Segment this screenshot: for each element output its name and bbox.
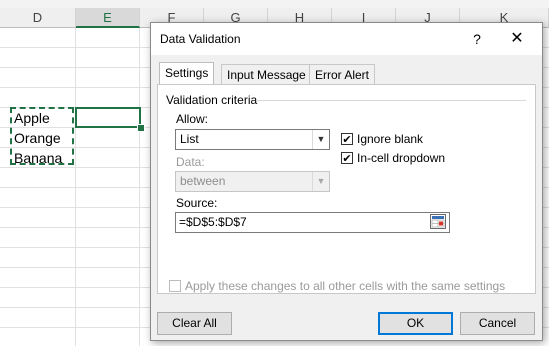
group-divider	[256, 100, 526, 101]
close-icon[interactable]: ✕	[507, 29, 527, 49]
apply-to-all-check-icon	[169, 280, 181, 292]
dialog-title: Data Validation	[160, 32, 241, 46]
chevron-down-icon: ▼	[312, 172, 329, 191]
source-label: Source:	[176, 196, 218, 210]
ignore-blank-checkbox[interactable]: ✔ Ignore blank	[341, 132, 423, 146]
copy-marquee	[10, 107, 74, 165]
data-label: Data:	[176, 155, 205, 169]
apply-to-all-checkbox: Apply these changes to all other cells w…	[169, 279, 505, 293]
source-input[interactable]: =$D$5:$D$7	[175, 212, 450, 233]
chevron-down-icon[interactable]: ▼	[312, 130, 329, 149]
tab-error-alert[interactable]: Error Alert	[309, 64, 376, 85]
column-header-e[interactable]: E	[76, 8, 140, 28]
in-cell-dropdown-label: In-cell dropdown	[357, 151, 446, 165]
allow-dropdown[interactable]: List ▼	[175, 129, 330, 150]
cancel-button[interactable]: Cancel	[460, 312, 535, 335]
settings-panel: Validation criteria Allow: List ▼ ✔ Igno…	[157, 84, 536, 294]
apply-to-all-label: Apply these changes to all other cells w…	[185, 279, 506, 293]
allow-label: Allow:	[176, 112, 209, 126]
data-dropdown: between ▼	[175, 171, 330, 192]
data-value: between	[180, 174, 226, 188]
ignore-blank-label: Ignore blank	[357, 132, 424, 146]
selected-cell-e5[interactable]	[75, 107, 141, 128]
tab-input-message[interactable]: Input Message	[221, 64, 312, 85]
collapse-range-icon[interactable]	[430, 214, 446, 229]
clear-all-button[interactable]: Clear All	[157, 312, 232, 335]
ribbon-edge	[0, 0, 549, 8]
in-cell-dropdown-checkbox[interactable]: ✔ In-cell dropdown	[341, 151, 445, 165]
ok-button[interactable]: OK	[378, 312, 453, 335]
source-value: =$D$5:$D$7	[179, 215, 247, 229]
allow-value: List	[180, 132, 199, 146]
help-button[interactable]: ?	[467, 29, 487, 49]
fill-handle[interactable]	[137, 124, 145, 132]
data-validation-dialog: Data Validation ? ✕ Settings Input Messa…	[150, 22, 543, 341]
column-header-d[interactable]: D	[0, 8, 76, 28]
dialog-titlebar[interactable]: Data Validation ? ✕	[151, 23, 542, 55]
tab-settings[interactable]: Settings	[159, 62, 215, 85]
validation-criteria-label: Validation criteria	[166, 93, 258, 107]
ignore-blank-check-icon[interactable]: ✔	[341, 133, 353, 146]
in-cell-dropdown-check-icon[interactable]: ✔	[341, 152, 353, 165]
